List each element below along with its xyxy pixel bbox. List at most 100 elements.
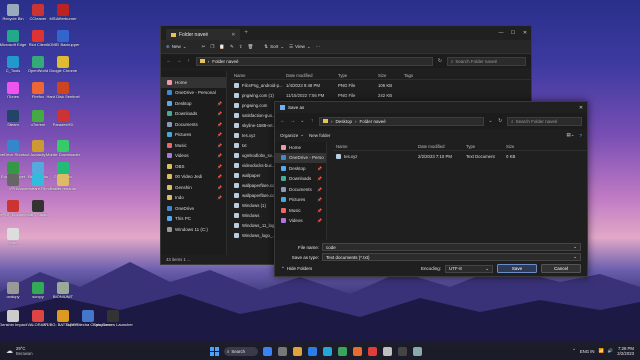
forward-arrow-icon[interactable]: → (176, 58, 182, 64)
sidebar-item[interactable]: Pictures 📌 (275, 195, 326, 206)
hide-folders-button[interactable]: ⌃ Hide Folders (281, 266, 312, 272)
refresh-icon[interactable]: ↻ (437, 58, 443, 64)
taskbar-app-icon[interactable] (338, 346, 347, 356)
column-header[interactable]: Tags (401, 73, 431, 78)
refresh-icon[interactable]: ↻ (497, 118, 503, 124)
up-arrow-icon[interactable]: ↑ (309, 118, 315, 124)
desktop-icon[interactable]: ondupy (2, 282, 24, 300)
view-button[interactable]: ☰ View ⌄ (289, 44, 311, 50)
paste-icon[interactable]: 📋 (219, 44, 225, 50)
sidebar-item[interactable]: Desktop 📌 (161, 98, 226, 109)
desktop-icon[interactable]: C_Tools (2, 56, 24, 74)
sidebar-item[interactable]: Home (275, 142, 326, 153)
desktop-icon[interactable]: AOMEI Backupper (46, 30, 80, 48)
windows-start-icon[interactable] (210, 346, 219, 356)
maximize-icon[interactable]: ☐ (507, 30, 519, 36)
sidebar-item[interactable]: Videos 📌 (161, 151, 226, 162)
save-as-search-input[interactable]: ⌕ Search Folder naveé (507, 116, 583, 126)
desktop-icon[interactable]: Hard Disk Sentinel (46, 82, 80, 100)
sidebar-item[interactable]: Pictures 📌 (161, 130, 226, 141)
delete-icon[interactable]: 🗑 (248, 44, 254, 50)
close-icon[interactable]: ✕ (575, 105, 587, 111)
explorer-tab[interactable]: Folder naveé ✕ (166, 29, 241, 40)
help-icon[interactable]: ? (579, 133, 582, 138)
column-header[interactable]: Type (463, 144, 503, 149)
rename-icon[interactable]: ✎ (230, 44, 234, 50)
desktop-icon[interactable]: OpenWorld (27, 56, 49, 74)
sidebar-item[interactable]: Genshin 📌 (161, 182, 226, 193)
column-header[interactable]: Date modified (415, 144, 463, 149)
taskbar-app-icon[interactable] (413, 346, 422, 356)
forward-arrow-icon[interactable]: → (290, 118, 296, 124)
new-tab-icon[interactable]: + (244, 30, 248, 36)
sidebar-item[interactable]: OneDrive - Personal (161, 88, 226, 99)
file-row[interactable]: pngwing.com (1) 11/15/2022 7:56 PM PNG Fil… (231, 90, 531, 100)
file-name-input[interactable]: code ⌄ (322, 243, 581, 251)
taskbar-app-icon[interactable] (263, 346, 272, 356)
more-options-icon[interactable]: ··· (316, 44, 321, 49)
taskbar-app-icon[interactable] (353, 346, 362, 356)
explorer-address-bar[interactable]: › Folder naveé (195, 56, 433, 66)
chevron-down-icon[interactable]: ⌄ (299, 118, 305, 124)
copy-icon[interactable]: ❐ (210, 44, 214, 50)
desktop-icon[interactable]: CutePDF Documents (0, 200, 32, 218)
encoding-select[interactable]: UTF-8 ⌄ (445, 264, 493, 273)
close-icon[interactable]: ✕ (519, 30, 531, 36)
desktop-icon[interactable]: ParadexHD (52, 110, 74, 128)
back-arrow-icon[interactable]: ← (280, 118, 286, 124)
weather-widget[interactable]: ☁ 29°C Berawan (6, 346, 33, 356)
share-icon[interactable]: ⇪ (239, 44, 243, 50)
sidebar-item[interactable]: This PC (161, 214, 226, 225)
sidebar-item[interactable]: OneDrive (161, 203, 226, 214)
volume-icon[interactable]: 🔊 (608, 348, 613, 354)
desktop-icon[interactable]: MSIAfterburner (49, 4, 77, 22)
desktop-icon[interactable]: CCleaner (27, 4, 49, 22)
organize-button[interactable]: Organize ⌄ (280, 132, 304, 138)
chevron-down-icon[interactable]: ⌄ (573, 244, 577, 250)
breadcrumb-desktop[interactable]: Desktop (335, 119, 352, 124)
desktop-icon[interactable]: code (2, 228, 24, 246)
sidebar-item[interactable]: Indo 📌 (161, 193, 226, 204)
sidebar-item[interactable]: Desktop 📌 (275, 163, 326, 174)
sidebar-item[interactable]: Videos 📌 (275, 216, 326, 227)
desktop-icon[interactable]: Epic Games Launcher (93, 310, 133, 328)
taskbar-search[interactable]: ⌕ Search (224, 346, 258, 356)
desktop-icon[interactable]: Recycle Bin (2, 4, 24, 22)
sidebar-item[interactable]: Downloads 📌 (161, 109, 226, 120)
minimize-icon[interactable]: — (495, 30, 507, 36)
taskbar-app-icon[interactable] (323, 346, 332, 356)
desktop-icon[interactable]: scrcpy (27, 282, 49, 300)
desktop-icon[interactable]: Microsoft Edge (0, 30, 26, 48)
save-as-address-bar[interactable]: › Desktop › Folder naveé (318, 116, 484, 126)
column-header[interactable]: Name (231, 73, 283, 78)
save-type-select[interactable]: Text documents (*.txt) ⌄ (322, 253, 581, 261)
desktop-icon[interactable]: Google Chrome (49, 56, 77, 74)
desktop-icon[interactable]: Wondershare Filmora 12 (16, 174, 60, 192)
chevron-up-icon[interactable]: ⌃ (572, 348, 576, 354)
up-arrow-icon[interactable]: ↑ (186, 58, 192, 64)
desktop-icon[interactable]: uTorrent (27, 110, 49, 128)
close-tab-icon[interactable]: ✕ (231, 32, 235, 38)
taskbar-app-icon[interactable] (278, 346, 287, 356)
column-header[interactable]: Date modified (283, 73, 335, 78)
desktop-icon[interactable]: iTunes (2, 82, 24, 100)
new-button[interactable]: ⊕ New ⌄ (166, 44, 187, 50)
sidebar-item[interactable]: OneDrive - Perso (275, 152, 326, 163)
file-row[interactable]: tes.xyz 2/2/2023 7:10 PM Text Document 0 KB (333, 151, 587, 161)
back-arrow-icon[interactable]: ← (166, 58, 172, 64)
file-row[interactable]: FilcsPng_android-p... 1/4/2023 9:48 PM PNG… (231, 80, 531, 90)
column-header[interactable]: Name (333, 144, 415, 149)
sidebar-item[interactable]: Downloads 📌 (275, 174, 326, 185)
taskbar-app-icon[interactable] (293, 346, 302, 356)
desktop-icon[interactable]: Steam (2, 110, 24, 128)
view-options-icon[interactable]: ▤⌄ (566, 132, 574, 138)
sidebar-item[interactable]: Documents 📌 (161, 119, 226, 130)
sidebar-item[interactable]: Home (161, 77, 226, 88)
cut-icon[interactable]: ✂ (202, 44, 206, 50)
desktop-icon[interactable]: OBS Studio (27, 200, 49, 218)
desktop-icon[interactable]: BIONIUNIT (52, 282, 74, 300)
taskbar-app-icon[interactable] (308, 346, 317, 356)
taskbar-app-icon[interactable] (368, 346, 377, 356)
sidebar-item[interactable]: Music 📌 (161, 140, 226, 151)
sidebar-item[interactable]: Music 📌 (275, 205, 326, 216)
